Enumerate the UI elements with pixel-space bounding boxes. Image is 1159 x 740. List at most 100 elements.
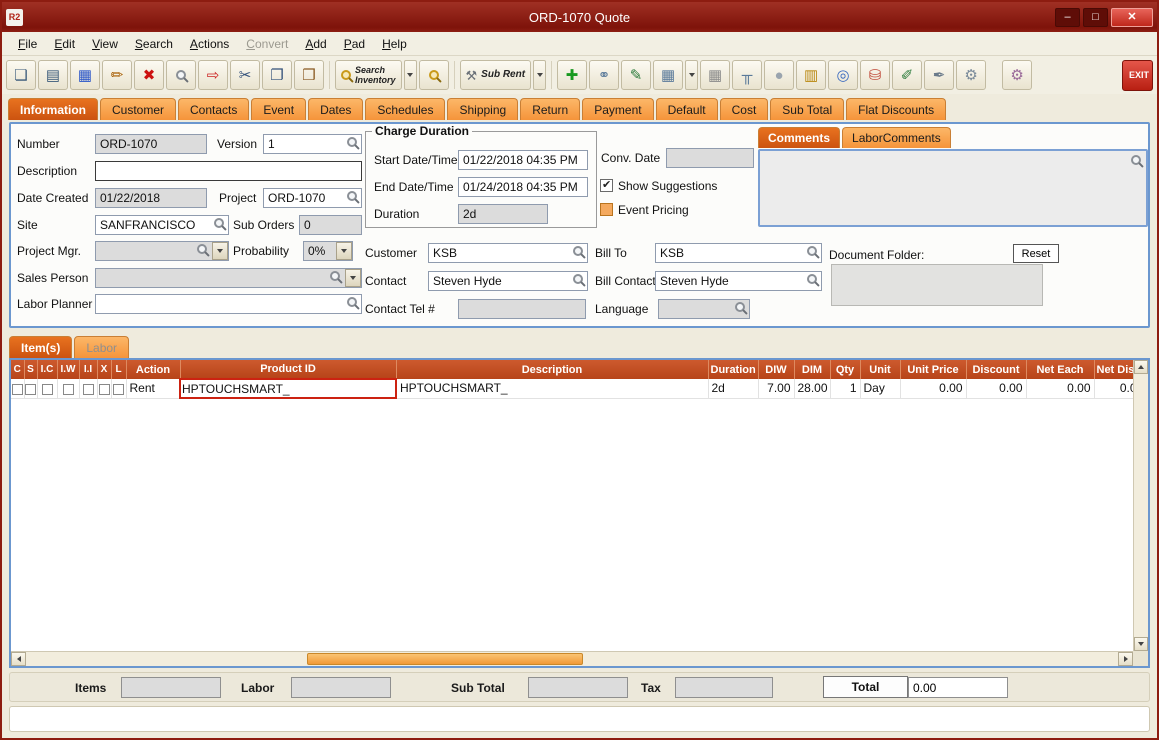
sales-person-dropdown[interactable] [345,269,361,287]
bill-contact-field[interactable] [655,271,822,291]
description-field[interactable] [95,161,362,181]
conv-date-field[interactable] [666,148,754,168]
cell-unit[interactable]: Day [860,379,901,399]
col-diw[interactable]: DIW [758,360,795,379]
cell-product-id[interactable]: HPTOUCHSMART_ [179,378,397,399]
col-discount[interactable]: Discount [966,360,1027,379]
probability-dropdown[interactable] [336,242,352,260]
contact-tel-field[interactable] [458,299,586,319]
cell-diw[interactable]: 7.00 [758,379,795,399]
search-inventory-dropdown[interactable] [403,60,417,90]
contact-search-icon[interactable] [573,274,583,284]
col-l[interactable]: L [111,360,127,379]
duration-field[interactable] [458,204,548,224]
menu-file[interactable]: File [10,34,45,54]
sales-person-search-icon[interactable] [330,271,340,281]
hierarchy-icon[interactable]: ╥ [732,60,763,90]
col-duration[interactable]: Duration [708,360,759,379]
sub-total-field[interactable] [528,677,628,698]
note-edit-icon[interactable]: ✎ [621,60,652,90]
gear-icon[interactable]: ⚙ [956,60,987,90]
sub-rent-button[interactable]: ⚒ Sub Rent [459,60,532,90]
rate-grid-icon-dropdown[interactable] [685,60,699,90]
total-field[interactable] [908,677,1008,698]
row-checkbox[interactable] [113,383,124,395]
scroll-down-arrow[interactable] [1134,637,1148,651]
tab-payment[interactable]: Payment [582,98,654,120]
tab-shipping[interactable]: Shipping [447,98,519,120]
tab-return[interactable]: Return [520,98,581,120]
globe-icon[interactable]: ● [764,60,795,90]
cut-icon[interactable]: ✂ [230,60,260,90]
col-dim[interactable]: DIM [794,360,831,379]
tab-default[interactable]: Default [655,98,718,120]
col-unit-price[interactable]: Unit Price [900,360,967,379]
tab-contacts[interactable]: Contacts [178,98,250,120]
customer-search-icon[interactable] [573,246,583,256]
language-search-icon[interactable] [735,302,745,312]
row-checkbox[interactable] [62,383,74,395]
bill-to-search-icon[interactable] [807,246,817,256]
tab-schedules[interactable]: Schedules [365,98,446,120]
copy-icon[interactable]: ❐ [262,60,292,90]
row-flag-ii[interactable] [79,379,98,399]
search-document-button[interactable] [418,60,449,90]
show-suggestions-checkbox[interactable] [600,178,613,192]
cell-qty[interactable]: 1 [830,379,861,399]
row-flag-l[interactable] [111,379,127,399]
cubes-icon[interactable]: ⛁ [860,60,891,90]
cell-description[interactable]: HPTOUCHSMART_ [396,379,709,399]
row-flag-x[interactable] [97,379,112,399]
col-product-id[interactable]: Product ID [180,360,397,379]
project-mgr-search-icon[interactable] [197,244,207,254]
col-s[interactable]: S [24,360,38,379]
search-inventory-button[interactable]: Search Inventory [335,60,402,90]
tab-sub-total[interactable]: Sub Total [770,98,845,120]
tab-labor[interactable]: Labor [74,336,130,358]
tab-event[interactable]: Event [251,98,307,120]
col-unit[interactable]: Unit [860,360,901,379]
event-pricing-checkbox[interactable] [600,203,613,216]
bill-contact-search-icon[interactable] [807,274,817,284]
cell-unit-price[interactable]: 0.00 [900,379,967,399]
row-flag-c[interactable] [11,379,25,399]
items-total-field[interactable] [121,677,221,698]
tab-items[interactable]: Item(s) [9,336,73,358]
col-qty[interactable]: Qty [830,360,861,379]
cell-net-disc[interactable]: 0.0 [1094,379,1133,399]
col-iw[interactable]: I.W [57,360,80,379]
binoculars-icon[interactable] [166,60,196,90]
tab-cost[interactable]: Cost [719,98,769,120]
row-checkbox[interactable] [98,383,110,395]
row-flag-s[interactable] [24,379,38,399]
save-icon[interactable]: ▦ [70,60,100,90]
cell-duration[interactable]: 2d [708,379,759,399]
cell-discount[interactable]: 0.00 [966,379,1027,399]
cd-icon[interactable]: ◎ [828,60,859,90]
col-net-each[interactable]: Net Each [1026,360,1095,379]
cell-net-each[interactable]: 0.00 [1026,379,1095,399]
menu-actions[interactable]: Actions [182,34,237,54]
close-button[interactable]: ✕ [1111,7,1153,27]
delete-icon[interactable]: ✖ [134,60,164,90]
grid-icon[interactable]: ▦ [700,60,731,90]
scroll-right-arrow[interactable] [1118,652,1133,666]
version-search-icon[interactable] [347,137,357,147]
sub-orders-field[interactable] [299,215,362,235]
item-row[interactable]: Rent HPTOUCHSMART_ HPTOUCHSMART_ 2d 7.00… [11,378,1133,399]
menu-edit[interactable]: Edit [46,34,83,54]
row-checkbox[interactable] [25,383,36,395]
menu-view[interactable]: View [84,34,126,54]
clamp-icon[interactable]: ⚙ [1002,60,1033,90]
add-item-icon[interactable]: ✚ [557,60,588,90]
horizontal-scrollbar[interactable] [11,651,1133,666]
start-datetime-field[interactable] [458,150,588,170]
exit-button[interactable]: EXIT [1122,59,1153,91]
labor-total-field[interactable] [291,677,391,698]
col-net-disc[interactable]: Net Disc [1094,360,1133,379]
site-search-icon[interactable] [214,218,224,228]
edit-pencil-icon[interactable]: ✏ [102,60,132,90]
contact-field[interactable] [428,271,588,291]
sales-person-field[interactable] [95,268,362,288]
col-ii[interactable]: I.I [79,360,98,379]
